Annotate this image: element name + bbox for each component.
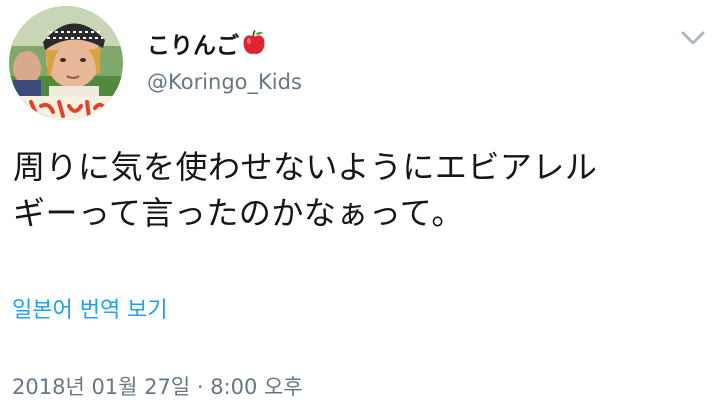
display-name-text: こりんご — [147, 33, 239, 59]
tweet-text-line: 周りに気を使わせないようにエビアレル — [13, 148, 598, 186]
tweet-text: 周りに気を使わせないようにエビアレル ギーって言ったのかなぁって。 — [13, 144, 703, 236]
tweet-card: こりんご @Koringo_Kids 周りに気を使わせないようにエビアレル ギー… — [0, 0, 720, 415]
apple-emoji-icon — [242, 30, 266, 64]
tweet-timestamp[interactable]: 2018년 01월 27일 · 8:00 오후 — [12, 372, 303, 402]
translate-tweet-link[interactable]: 일본어 번역 보기 — [12, 296, 168, 326]
chevron-down-icon[interactable] — [678, 26, 708, 50]
avatar-photo — [9, 6, 123, 120]
display-name[interactable]: こりんご — [147, 30, 266, 64]
avatar[interactable] — [9, 6, 123, 120]
tweet-text-line: ギーって言ったのかなぁって。 — [13, 194, 464, 232]
user-handle[interactable]: @Koringo_Kids — [147, 68, 302, 96]
